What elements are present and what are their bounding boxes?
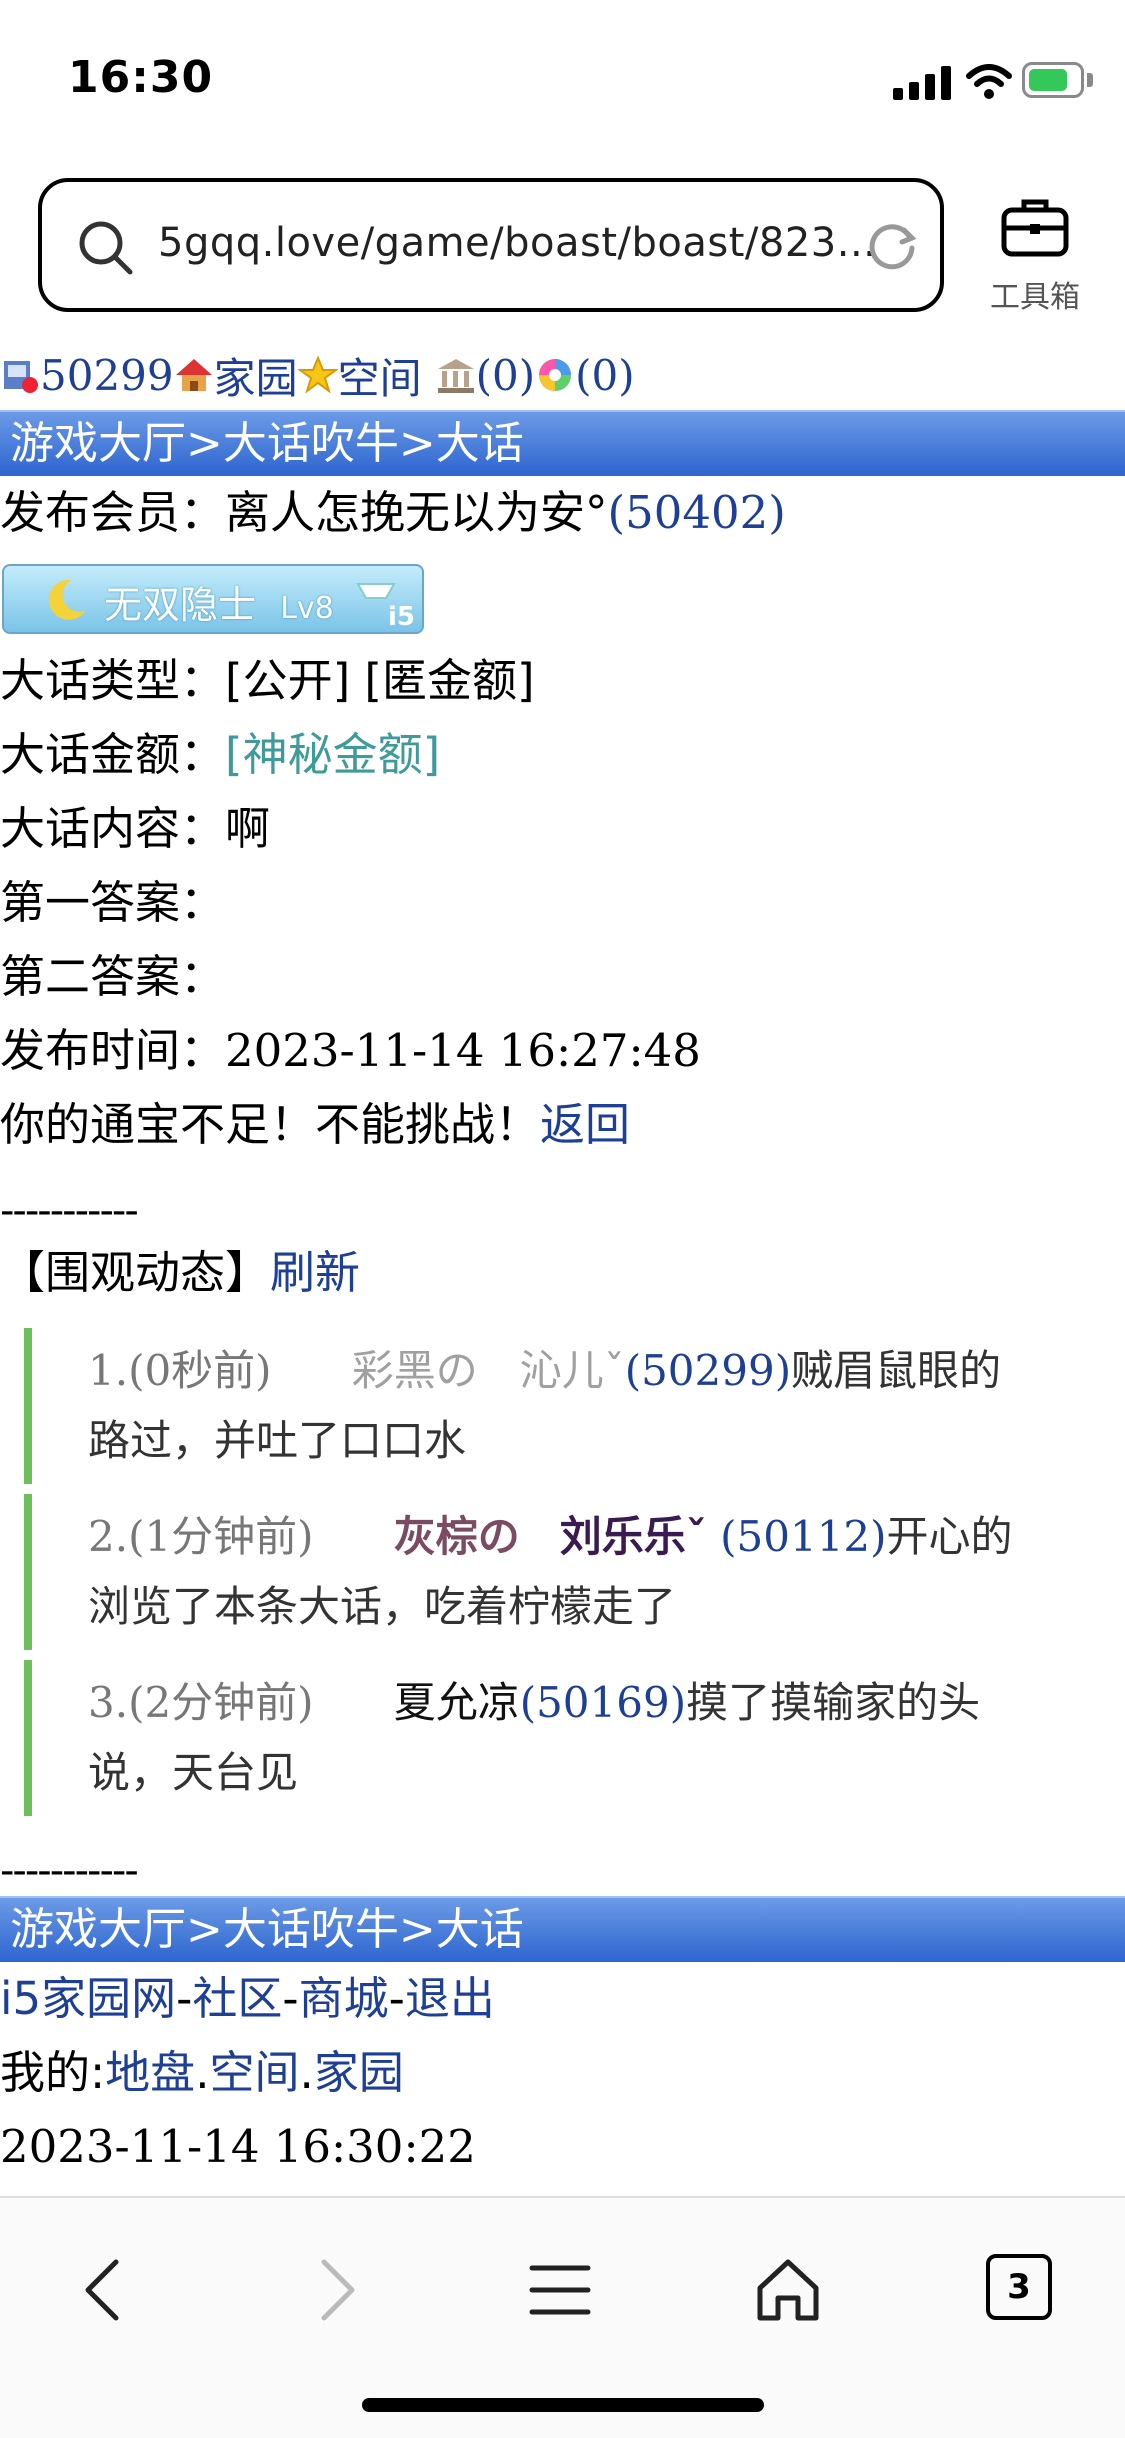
footer-links: i5家园网-社区-商城-退出	[0, 1972, 495, 2025]
moon-icon	[48, 579, 86, 620]
menu-icon[interactable]	[520, 2250, 600, 2330]
feed-text-cont: 路过，并吐了口口水	[88, 1416, 467, 1465]
toolbox-button[interactable]: 工具箱	[980, 196, 1090, 316]
server-time: 2023-11-14 16:30:22	[0, 2120, 476, 2173]
tabs-button[interactable]: 3	[986, 2254, 1066, 2334]
amount-row: 大话金额：[神秘金额]	[0, 718, 1125, 792]
star-icon	[297, 355, 338, 394]
top-links: 50299 家园 空间 (0) (0)	[0, 340, 1125, 410]
feed-user[interactable]: 彩黑の 沁儿ˇ	[352, 1346, 625, 1395]
notice-row: 你的通宝不足！不能挑战！返回	[0, 1088, 1125, 1162]
territory-link[interactable]: 地盘	[105, 2046, 195, 2099]
content-row: 大话内容：啊	[0, 792, 1125, 866]
content-label: 大话内容：	[0, 802, 226, 855]
address-bar[interactable]: 5gqq.love/game/boast/boast/823...	[38, 178, 944, 312]
home-indicator	[362, 2398, 764, 2412]
feed-item: 2.(1分钟前) 灰棕の 刘乐乐ˇ (50112)开心的 浏览了本条大话，吃着柠…	[24, 1494, 1044, 1650]
feed-title: 【围观动态】	[0, 1246, 271, 1299]
refresh-link[interactable]: 刷新	[270, 1246, 360, 1299]
toolbox-label: 工具箱	[990, 280, 1080, 315]
status-time: 16:30	[68, 52, 214, 103]
feed-text: 摸了摸输家的头	[686, 1678, 981, 1727]
publisher-name[interactable]: 离人怎挽无以为安°	[225, 486, 608, 539]
logout-link[interactable]: 退出	[405, 1972, 495, 2025]
notice-text: 你的通宝不足！不能挑战！	[0, 1098, 541, 1151]
toolbox-icon	[1001, 199, 1069, 257]
my-space-link[interactable]: 空间	[210, 2046, 300, 2099]
feed-time: 2.(1分钟前)	[88, 1512, 314, 1561]
shop-link[interactable]: 商城	[299, 1972, 389, 2025]
search-icon	[79, 221, 133, 275]
medal-i5: i5	[388, 602, 416, 632]
my-home-link[interactable]: 家园	[314, 2046, 404, 2099]
amount-label: 大话金额：	[0, 728, 226, 781]
footer-breadcrumb[interactable]: 游戏大厅>大话吹牛>大话	[0, 1896, 1125, 1962]
medal-badge: 无双隐士 Lv8 i5	[2, 564, 424, 634]
lottery-icon	[539, 359, 572, 391]
divider: -----------	[0, 1188, 139, 1234]
amount-value: [神秘金额]	[225, 728, 441, 781]
answer2-row: 第二答案：	[0, 940, 1125, 1014]
tabs-count: 3	[986, 2254, 1052, 2320]
feed-text-cont: 浏览了本条大话，吃着柠檬走了	[88, 1582, 677, 1631]
page-content: 50299 家园 空间 (0) (0) 游戏大厅>大话吹牛>大话 发布会员：离人…	[0, 340, 1125, 2184]
cellular-signal-icon	[893, 66, 955, 100]
feed-user-id[interactable]: (50299)	[625, 1346, 791, 1395]
forward-icon[interactable]	[294, 2250, 374, 2330]
feed-item: 1.(0秒前) 彩黑の 沁儿ˇ(50299)贼眉鼠眼的 路过，并吐了口口水	[24, 1328, 1044, 1484]
type-row: 大话类型：[公开] [匿金额]	[0, 644, 1125, 718]
battery-icon	[1022, 62, 1084, 98]
my-links: 我的:地盘.空间.家园	[0, 2046, 404, 2099]
community-link[interactable]: 社区	[192, 1972, 282, 2025]
time-label: 发布时间：	[0, 1024, 226, 1077]
feed-user-b[interactable]: 刘乐乐ˇ	[560, 1512, 707, 1561]
content-value: 啊	[225, 802, 271, 855]
type-value: [公开] [匿金额]	[225, 654, 535, 707]
breadcrumb[interactable]: 游戏大厅>大话吹牛>大话	[0, 410, 1125, 476]
user-icon	[4, 361, 38, 393]
feed-time: 1.(0秒前)	[88, 1346, 272, 1395]
feed-text-cont: 说，天台见	[88, 1748, 299, 1797]
battery-cap	[1087, 73, 1093, 87]
time-row: 发布时间：2023-11-14 16:27:48	[0, 1014, 1125, 1088]
home-icon[interactable]	[748, 2250, 828, 2330]
answer1-label: 第一答案：	[0, 876, 226, 929]
feed-user-id[interactable]: (50169)	[520, 1678, 686, 1727]
back-icon[interactable]	[66, 2250, 146, 2330]
feed-item: 3.(2分钟前) 夏允凉(50169)摸了摸输家的头 说，天台见	[24, 1660, 1044, 1816]
house-icon	[175, 359, 212, 391]
publisher-label: 发布会员：	[0, 486, 226, 539]
back-link[interactable]: 返回	[540, 1098, 630, 1151]
feed-text: 贼眉鼠眼的	[791, 1346, 1002, 1395]
wifi-icon	[966, 64, 1012, 99]
publisher-id[interactable]: (50402)	[608, 486, 786, 539]
status-bar: 16:30	[0, 0, 1125, 160]
lottery-count-link[interactable]: (0)	[575, 351, 635, 400]
reload-icon[interactable]	[864, 218, 920, 274]
space-link[interactable]: 空间	[338, 345, 422, 406]
site-link[interactable]: i5家园网	[0, 1972, 176, 2025]
feed-user[interactable]: 夏允凉	[394, 1678, 520, 1727]
time-value: 2023-11-14 16:27:48	[225, 1024, 701, 1077]
feed-text: 开心的	[886, 1512, 1013, 1561]
feed-user-id[interactable]: (50112)	[720, 1512, 886, 1561]
feed-time: 3.(2分钟前)	[88, 1678, 314, 1727]
bank-icon	[437, 359, 474, 393]
publisher-row: 发布会员：离人怎挽无以为安°(50402)	[0, 476, 1125, 550]
home-link[interactable]: 家园	[214, 345, 298, 406]
my-label: 我的:	[0, 2046, 106, 2099]
uid-link[interactable]: 50299	[40, 351, 174, 400]
feed-header: 【围观动态】刷新	[0, 1236, 1125, 1310]
bank-count-link[interactable]: (0)	[476, 351, 536, 400]
answer2-label: 第二答案：	[0, 950, 226, 1003]
type-label: 大话类型：	[0, 654, 226, 707]
divider: -----------	[0, 1848, 139, 1894]
url-text[interactable]: 5gqq.love/game/boast/boast/823...	[158, 220, 876, 266]
answer1-row: 第一答案：	[0, 866, 1125, 940]
medal-title: 无双隐士 Lv8	[104, 583, 334, 627]
feed-user[interactable]: 灰棕の	[394, 1512, 520, 1561]
